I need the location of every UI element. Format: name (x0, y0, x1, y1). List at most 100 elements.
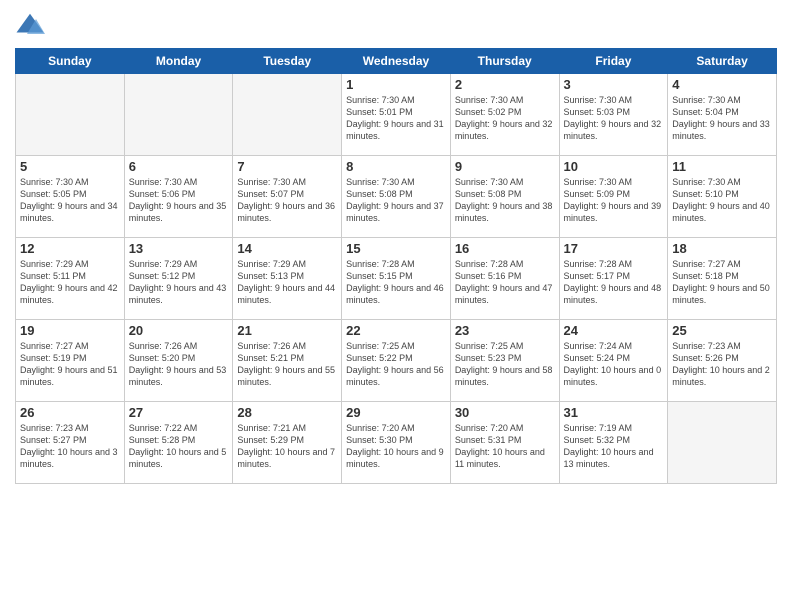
calendar-cell: 5 Sunrise: 7:30 AM Sunset: 5:05 PM Daylig… (16, 156, 125, 238)
weekday-header: Saturday (668, 49, 777, 74)
day-number: 13 (129, 241, 229, 256)
day-info: Sunrise: 7:30 AM Sunset: 5:07 PM Dayligh… (237, 176, 337, 225)
day-info: Sunrise: 7:30 AM Sunset: 5:06 PM Dayligh… (129, 176, 229, 225)
day-number: 8 (346, 159, 446, 174)
weekday-header: Sunday (16, 49, 125, 74)
calendar-cell: 11 Sunrise: 7:30 AM Sunset: 5:10 PM Dayli… (668, 156, 777, 238)
calendar-cell: 2 Sunrise: 7:30 AM Sunset: 5:02 PM Daylig… (450, 74, 559, 156)
weekday-header: Friday (559, 49, 668, 74)
day-number: 28 (237, 405, 337, 420)
calendar-cell: 10 Sunrise: 7:30 AM Sunset: 5:09 PM Dayli… (559, 156, 668, 238)
day-number: 19 (20, 323, 120, 338)
day-info: Sunrise: 7:30 AM Sunset: 5:02 PM Dayligh… (455, 94, 555, 143)
calendar-cell: 19 Sunrise: 7:27 AM Sunset: 5:19 PM Dayli… (16, 320, 125, 402)
day-number: 3 (564, 77, 664, 92)
calendar-cell: 4Sunrise: 7:30 AM Sunset: 5:04 PM Daylig… (668, 74, 777, 156)
day-number: 1 (346, 77, 446, 92)
day-info: Sunrise: 7:29 AM Sunset: 5:11 PM Dayligh… (20, 258, 120, 307)
day-number: 2 (455, 77, 555, 92)
day-info: Sunrise: 7:26 AM Sunset: 5:21 PM Dayligh… (237, 340, 337, 389)
day-info: Sunrise: 7:20 AM Sunset: 5:30 PM Dayligh… (346, 422, 446, 471)
calendar-week-row: 5 Sunrise: 7:30 AM Sunset: 5:05 PM Daylig… (16, 156, 777, 238)
day-info: Sunrise: 7:30 AM Sunset: 5:05 PM Dayligh… (20, 176, 120, 225)
calendar-cell: 28Sunrise: 7:21 AM Sunset: 5:29 PM Dayli… (233, 402, 342, 484)
day-info: Sunrise: 7:30 AM Sunset: 5:10 PM Dayligh… (672, 176, 772, 225)
calendar-cell: 18 Sunrise: 7:27 AM Sunset: 5:18 PM Dayli… (668, 238, 777, 320)
calendar-cell: 24 Sunrise: 7:24 AM Sunset: 5:24 PM Dayli… (559, 320, 668, 402)
calendar-cell: 7 Sunrise: 7:30 AM Sunset: 5:07 PM Daylig… (233, 156, 342, 238)
day-number: 21 (237, 323, 337, 338)
day-number: 30 (455, 405, 555, 420)
calendar-cell: 1 Sunrise: 7:30 AM Sunset: 5:01 PM Daylig… (342, 74, 451, 156)
calendar-cell: 21 Sunrise: 7:26 AM Sunset: 5:21 PM Dayli… (233, 320, 342, 402)
day-info: Sunrise: 7:24 AM Sunset: 5:24 PM Dayligh… (564, 340, 664, 389)
calendar-week-row: 19 Sunrise: 7:27 AM Sunset: 5:19 PM Dayli… (16, 320, 777, 402)
calendar-cell (124, 74, 233, 156)
day-info: Sunrise: 7:22 AM Sunset: 5:28 PM Dayligh… (129, 422, 229, 471)
day-number: 15 (346, 241, 446, 256)
calendar-table: SundayMondayTuesdayWednesdayThursdayFrid… (15, 48, 777, 484)
day-info: Sunrise: 7:27 AM Sunset: 5:18 PM Dayligh… (672, 258, 772, 307)
day-number: 24 (564, 323, 664, 338)
day-info: Sunrise: 7:23 AM Sunset: 5:27 PM Dayligh… (20, 422, 120, 471)
day-info: Sunrise: 7:28 AM Sunset: 5:16 PM Dayligh… (455, 258, 555, 307)
day-number: 4 (672, 77, 772, 92)
calendar-week-row: 1 Sunrise: 7:30 AM Sunset: 5:01 PM Daylig… (16, 74, 777, 156)
calendar-cell: 30 Sunrise: 7:20 AM Sunset: 5:31 PM Dayli… (450, 402, 559, 484)
calendar-week-row: 12 Sunrise: 7:29 AM Sunset: 5:11 PM Dayli… (16, 238, 777, 320)
day-number: 9 (455, 159, 555, 174)
calendar-cell: 8 Sunrise: 7:30 AM Sunset: 5:08 PM Daylig… (342, 156, 451, 238)
day-number: 23 (455, 323, 555, 338)
day-number: 25 (672, 323, 772, 338)
day-info: Sunrise: 7:20 AM Sunset: 5:31 PM Dayligh… (455, 422, 555, 471)
day-number: 20 (129, 323, 229, 338)
calendar-cell: 6 Sunrise: 7:30 AM Sunset: 5:06 PM Daylig… (124, 156, 233, 238)
day-info: Sunrise: 7:30 AM Sunset: 5:08 PM Dayligh… (346, 176, 446, 225)
weekday-header: Thursday (450, 49, 559, 74)
day-info: Sunrise: 7:19 AM Sunset: 5:32 PM Dayligh… (564, 422, 664, 471)
calendar-cell: 14 Sunrise: 7:29 AM Sunset: 5:13 PM Dayli… (233, 238, 342, 320)
calendar-cell: 29 Sunrise: 7:20 AM Sunset: 5:30 PM Dayli… (342, 402, 451, 484)
weekday-header: Monday (124, 49, 233, 74)
day-info: Sunrise: 7:30 AM Sunset: 5:08 PM Dayligh… (455, 176, 555, 225)
calendar-cell: 20 Sunrise: 7:26 AM Sunset: 5:20 PM Dayli… (124, 320, 233, 402)
day-number: 29 (346, 405, 446, 420)
calendar-cell: 9 Sunrise: 7:30 AM Sunset: 5:08 PM Daylig… (450, 156, 559, 238)
calendar-cell: 17Sunrise: 7:28 AM Sunset: 5:17 PM Dayli… (559, 238, 668, 320)
day-number: 22 (346, 323, 446, 338)
day-number: 10 (564, 159, 664, 174)
day-info: Sunrise: 7:30 AM Sunset: 5:09 PM Dayligh… (564, 176, 664, 225)
calendar-cell: 16 Sunrise: 7:28 AM Sunset: 5:16 PM Dayli… (450, 238, 559, 320)
weekday-header: Wednesday (342, 49, 451, 74)
day-number: 11 (672, 159, 772, 174)
day-info: Sunrise: 7:30 AM Sunset: 5:01 PM Dayligh… (346, 94, 446, 143)
day-number: 12 (20, 241, 120, 256)
calendar-cell: 12 Sunrise: 7:29 AM Sunset: 5:11 PM Dayli… (16, 238, 125, 320)
weekday-header-row: SundayMondayTuesdayWednesdayThursdayFrid… (16, 49, 777, 74)
calendar-cell: 23 Sunrise: 7:25 AM Sunset: 5:23 PM Dayli… (450, 320, 559, 402)
day-number: 7 (237, 159, 337, 174)
day-info: Sunrise: 7:27 AM Sunset: 5:19 PM Dayligh… (20, 340, 120, 389)
day-number: 31 (564, 405, 664, 420)
day-number: 14 (237, 241, 337, 256)
calendar-cell (16, 74, 125, 156)
calendar-cell: 22 Sunrise: 7:25 AM Sunset: 5:22 PM Dayli… (342, 320, 451, 402)
day-number: 6 (129, 159, 229, 174)
calendar-cell: 15Sunrise: 7:28 AM Sunset: 5:15 PM Dayli… (342, 238, 451, 320)
day-number: 5 (20, 159, 120, 174)
calendar-cell: 27Sunrise: 7:22 AM Sunset: 5:28 PM Dayli… (124, 402, 233, 484)
calendar-cell: 25Sunrise: 7:23 AM Sunset: 5:26 PM Dayli… (668, 320, 777, 402)
day-number: 18 (672, 241, 772, 256)
calendar-cell (668, 402, 777, 484)
day-info: Sunrise: 7:25 AM Sunset: 5:23 PM Dayligh… (455, 340, 555, 389)
day-info: Sunrise: 7:26 AM Sunset: 5:20 PM Dayligh… (129, 340, 229, 389)
logo (15, 10, 49, 40)
day-info: Sunrise: 7:30 AM Sunset: 5:03 PM Dayligh… (564, 94, 664, 143)
day-info: Sunrise: 7:29 AM Sunset: 5:13 PM Dayligh… (237, 258, 337, 307)
day-number: 16 (455, 241, 555, 256)
calendar-cell (233, 74, 342, 156)
day-number: 26 (20, 405, 120, 420)
day-info: Sunrise: 7:25 AM Sunset: 5:22 PM Dayligh… (346, 340, 446, 389)
weekday-header: Tuesday (233, 49, 342, 74)
calendar-cell: 31 Sunrise: 7:19 AM Sunset: 5:32 PM Dayli… (559, 402, 668, 484)
